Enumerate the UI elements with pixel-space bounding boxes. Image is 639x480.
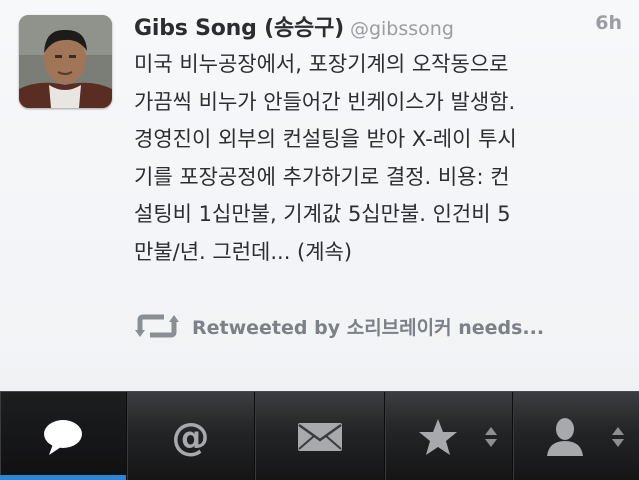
retweet-icon (134, 309, 182, 343)
tab-mentions[interactable]: @ (127, 392, 255, 480)
star-icon (418, 418, 457, 455)
tab-timeline[interactable] (0, 392, 127, 480)
tweet-header: Gibs Song (송승구) @gibssong (134, 10, 624, 44)
sort-arrows-icon[interactable] (484, 425, 498, 449)
tab-favorites[interactable] (385, 392, 513, 480)
speech-bubble-icon (44, 419, 82, 455)
author-handle[interactable]: @gibssong (350, 18, 454, 40)
sort-arrows-icon[interactable] (611, 425, 625, 449)
tweet-text-line: 경영진이 외부의 컨설팅을 받아 X-레이 투시 (134, 127, 517, 151)
tweet-timestamp: 6h (595, 12, 622, 34)
twitter-timeline-screen: Gibs Song (송승구) @gibssong 6h 미국 비누공장에서, 포… (0, 0, 639, 480)
tweet-text-line: 만불/년. 그런데... (계속) (134, 239, 353, 264)
avatar[interactable] (19, 15, 112, 108)
tab-profile[interactable] (513, 392, 639, 480)
retweet-indicator[interactable]: Retweeted by 소리브레이커 needs... (134, 309, 544, 343)
person-icon (547, 417, 583, 456)
at-sign-icon: @ (171, 414, 210, 459)
envelope-icon (297, 422, 342, 451)
tweet-text-line: 가끔씩 비누가 안들어간 빈케이스가 발생함. (134, 89, 516, 114)
tweet-text[interactable]: 미국 비누공장에서, 포장기계의 오작동으로 가끔씩 비누가 안들어간 빈케이스… (134, 46, 624, 271)
tab-bar: @ (0, 391, 639, 480)
tweet-text-line: 기를 포장공정에 추가하기로 결정. 비용: 컨 (134, 164, 510, 189)
author-name[interactable]: Gibs Song (송승구) (134, 16, 344, 41)
tweet-text-line: 설팅비 1십만불, 기계값 5십만불. 인건비 5 (134, 202, 511, 226)
retweet-label: Retweeted by 소리브레이커 needs... (192, 316, 545, 339)
active-tab-indicator (0, 475, 126, 480)
tweet-cell[interactable]: Gibs Song (송승구) @gibssong 6h 미국 비누공장에서, 포… (0, 0, 639, 368)
tweet-text-line: 미국 비누공장에서, 포장기계의 오작동으로 (134, 52, 509, 76)
tab-messages[interactable] (255, 392, 385, 480)
avatar-photo (19, 15, 112, 108)
